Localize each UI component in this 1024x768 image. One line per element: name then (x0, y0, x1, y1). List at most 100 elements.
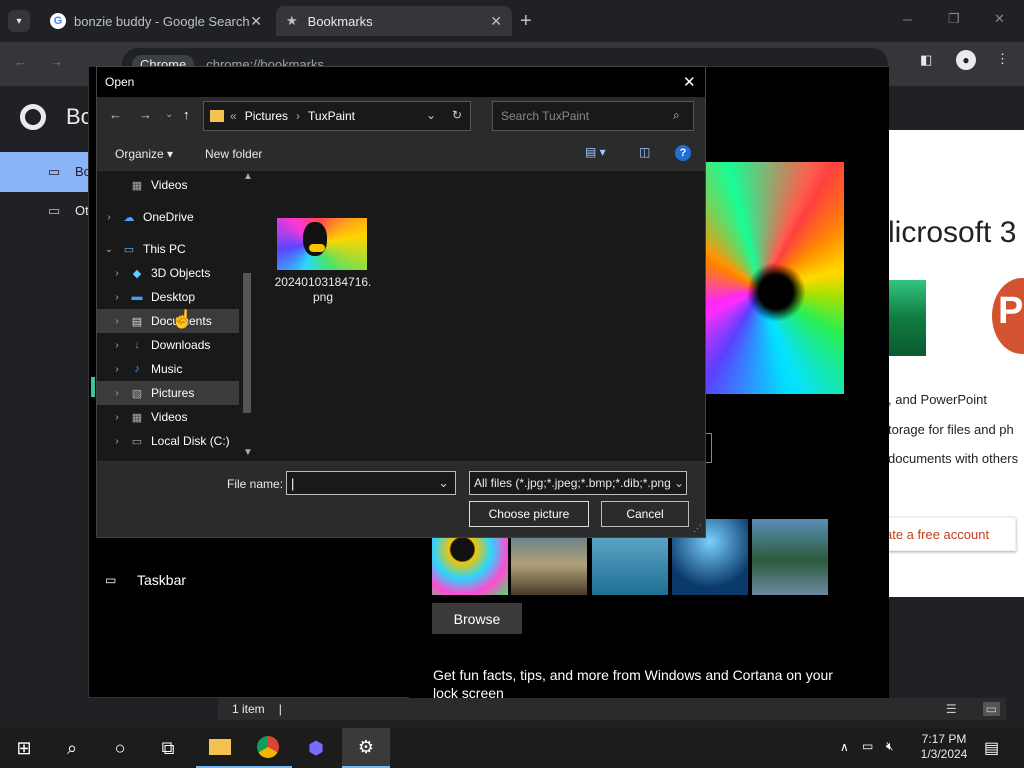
back-icon[interactable]: ← (14, 54, 27, 69)
address-breadcrumb[interactable]: « Pictures › TuxPaint ⌄ ↻ (203, 101, 471, 131)
file-name-input[interactable]: | ⌄ (286, 471, 456, 495)
folder-icon: ▭ (48, 164, 61, 179)
file-item-name[interactable]: 20240103184716. png (265, 275, 381, 305)
nav-item-music[interactable]: › ♪ Music (97, 357, 239, 381)
volume-muted-icon[interactable]: 🔇︎ (886, 739, 894, 754)
start-icon[interactable]: ⊞ (0, 728, 48, 768)
video-icon: ▦ (131, 411, 143, 424)
chevron-right-icon[interactable]: › (111, 412, 123, 423)
dialog-title-bar: Open ✕ (97, 67, 705, 97)
nav-label: Videos (151, 178, 188, 192)
nav-item-taskbar[interactable]: Taskbar (137, 572, 186, 588)
chevron-right-icon[interactable]: › (111, 364, 123, 375)
folder-icon (210, 110, 224, 122)
nav-label: Pictures (151, 386, 195, 400)
app-icon[interactable]: ⬢ (292, 728, 340, 768)
up-icon[interactable]: ↑ (183, 107, 190, 122)
nav-item-3d-objects[interactable]: › ◆ 3D Objects (97, 261, 239, 285)
scroll-down-icon[interactable]: ▼ (243, 447, 253, 458)
close-icon[interactable]: ✕ (250, 13, 262, 30)
notification-icon[interactable]: ▤ (984, 738, 999, 758)
taskbar-nav-icon: ▭ (105, 573, 117, 587)
nav-item-desktop[interactable]: › ▬ Desktop (97, 285, 239, 309)
forward-icon[interactable]: → (50, 54, 63, 69)
sidebar-item-other[interactable]: Ot (75, 203, 89, 218)
chevron-right-icon[interactable]: › (103, 212, 115, 223)
promo-heading: licrosoft 3 (888, 216, 1017, 249)
browse-button[interactable]: Browse (432, 603, 522, 634)
preview-pane-icon[interactable]: ◫ (639, 145, 650, 159)
chrome-icon[interactable] (244, 728, 292, 768)
tab-title: bonzie buddy - Google Search (74, 13, 250, 29)
profile-icon[interactable]: ● (956, 50, 976, 70)
sidebar-item-bookmarks-bar[interactable]: ▭ Bo (0, 152, 91, 192)
nav-item-documents[interactable]: › ▤ Documents (97, 309, 239, 333)
chevron-right-icon[interactable]: › (111, 268, 123, 279)
back-icon[interactable]: ← (109, 107, 122, 122)
network-icon[interactable]: ▭ (862, 739, 873, 753)
search-box[interactable]: Search TuxPaint ⌕ (492, 101, 694, 131)
nav-item-pictures[interactable]: › ▧ Pictures (97, 381, 239, 405)
minimize-icon[interactable]: ─ (903, 12, 912, 27)
side-panel-icon[interactable]: ◧ (920, 52, 932, 68)
desktop-icon: ▬ (131, 291, 143, 303)
settings-app-icon[interactable]: ⚙ (342, 728, 390, 768)
organize-button[interactable]: Organize ▾ (115, 147, 173, 161)
nav-label: This PC (143, 242, 186, 256)
mouse-cursor-icon: ☝ (171, 309, 194, 329)
new-folder-button[interactable]: New folder (205, 147, 262, 161)
recent-locations-icon[interactable]: ⌄ (165, 109, 173, 120)
nav-item-videos[interactable]: ▦ Videos (97, 173, 239, 197)
task-view-icon[interactable]: ⧉ (144, 728, 192, 768)
tray-chevron-icon[interactable]: ∧ (840, 740, 849, 754)
chevron-right-icon[interactable]: › (111, 340, 123, 351)
nav-item-videos-pc[interactable]: › ▦ Videos (97, 405, 239, 429)
help-icon[interactable]: ? (675, 145, 691, 161)
computer-icon: ▭ (123, 243, 135, 256)
clock[interactable]: 7:17 PM 1/3/2024 (912, 732, 976, 762)
file-thumbnail[interactable] (277, 218, 367, 270)
new-tab-button[interactable]: + (520, 10, 532, 33)
thumbnail-lake[interactable] (752, 519, 828, 595)
status-bar: 1 item | ☰ ▭ (218, 698, 1006, 720)
nav-item-this-pc[interactable]: ⌄ ▭ This PC (97, 237, 239, 261)
cortana-icon[interactable]: ○ (96, 728, 144, 768)
resize-grip-icon[interactable]: ⋰ (693, 523, 702, 534)
choose-picture-button[interactable]: Choose picture (469, 501, 589, 527)
view-options-icon[interactable]: ▤ ▾ (585, 145, 606, 159)
restore-icon[interactable]: ❐ (948, 11, 960, 27)
close-icon[interactable]: ✕ (683, 73, 696, 91)
file-list: 20240103184716. png (255, 171, 705, 461)
tiles-view-icon[interactable]: ▭ (982, 702, 1000, 716)
close-window-icon[interactable]: ✕ (994, 11, 1005, 27)
search-icon[interactable]: ⌕ (48, 728, 96, 768)
refresh-icon[interactable]: ↻ (452, 108, 462, 122)
menu-icon[interactable]: ⋮ (996, 51, 1009, 67)
chevron-right-icon[interactable]: › (111, 292, 123, 303)
chevron-down-icon[interactable]: ⌄ (438, 475, 449, 491)
chevron-down-icon[interactable]: ⌄ (426, 108, 436, 122)
chevron-right-icon[interactable]: › (111, 436, 123, 447)
scroll-thumb[interactable] (243, 273, 251, 413)
cancel-button[interactable]: Cancel (601, 501, 689, 527)
details-view-icon[interactable]: ☰ (946, 702, 957, 716)
tab-bookmarks[interactable]: ★ Bookmarks ✕ (276, 6, 512, 36)
breadcrumb-item[interactable]: TuxPaint (308, 109, 355, 123)
tab-google-search[interactable]: G bonzie buddy - Google Search ✕ (40, 6, 272, 36)
nav-scrollbar[interactable]: ▲ ▼ (241, 171, 253, 461)
breadcrumb-item[interactable]: Pictures (245, 109, 288, 123)
forward-icon[interactable]: → (139, 107, 152, 122)
file-type-select[interactable]: All files (*.jpg;*.jpeg;*.bmp;*.dib;*.pn… (469, 471, 687, 495)
tab-search-icon[interactable]: ▾ (8, 10, 30, 32)
file-explorer-icon[interactable] (196, 728, 244, 768)
chevron-right-icon[interactable]: › (111, 316, 123, 327)
nav-item-local-disk[interactable]: › ▭ Local Disk (C:) (97, 429, 239, 453)
chrome-logo-icon (20, 104, 46, 130)
create-account-button[interactable]: ate a free account (888, 517, 1016, 551)
chevron-right-icon[interactable]: › (111, 388, 123, 399)
nav-item-downloads[interactable]: › ↓ Downloads (97, 333, 239, 357)
chevron-down-icon[interactable]: ⌄ (103, 244, 115, 255)
scroll-up-icon[interactable]: ▲ (243, 171, 253, 182)
nav-item-onedrive[interactable]: › ☁ OneDrive (97, 205, 239, 229)
close-icon[interactable]: ✕ (490, 13, 502, 30)
